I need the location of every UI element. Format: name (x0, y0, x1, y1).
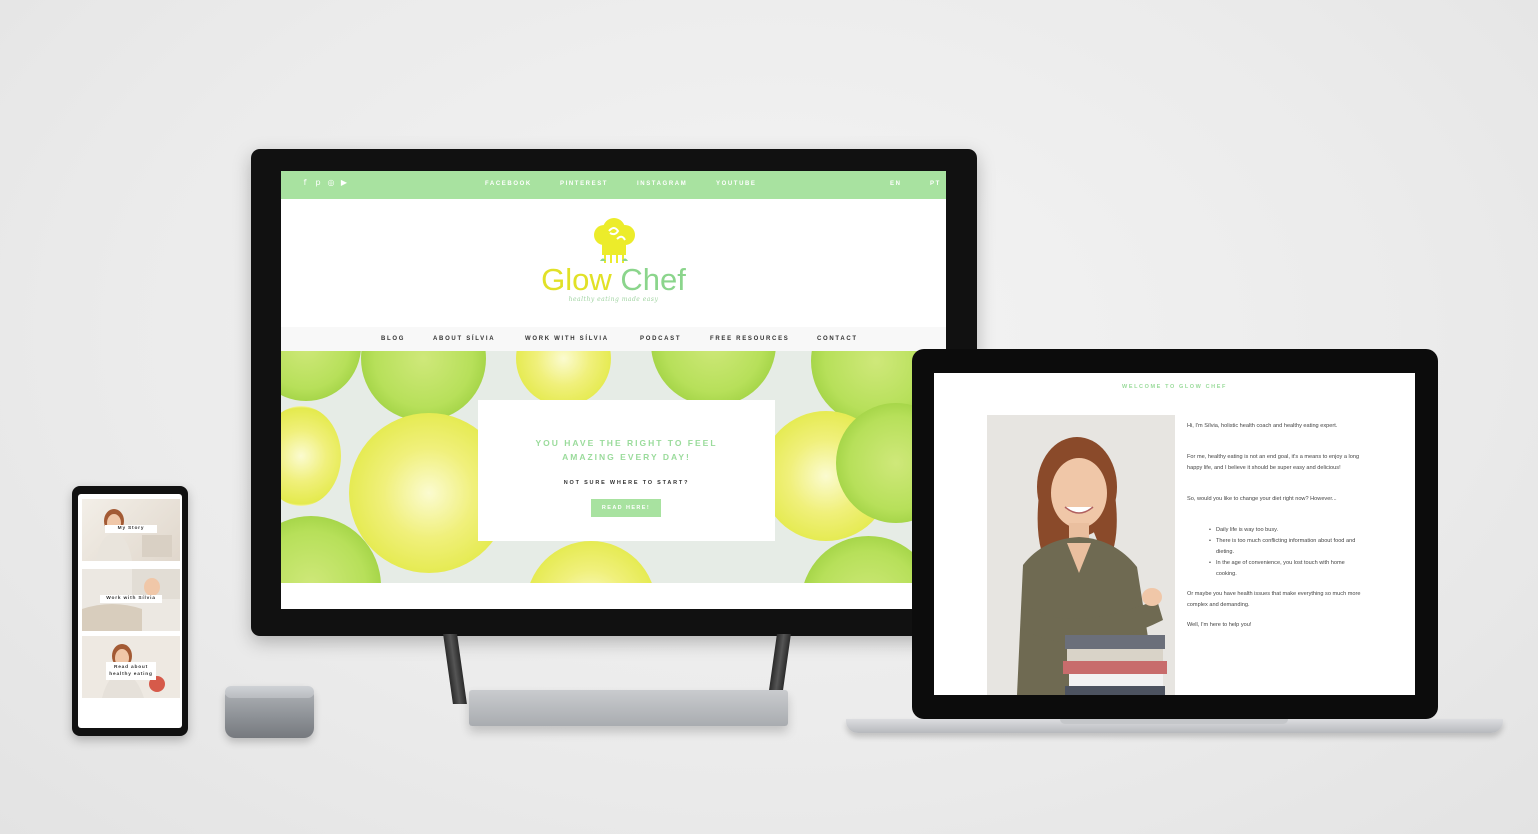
nav-podcast[interactable]: PODCAST (640, 336, 681, 342)
desktop-screen: f p ◎ ▶ FACEBOOK PINTEREST INSTAGRAM YOU… (281, 171, 946, 609)
hero-banner: YOU HAVE THE RIGHT TO FEEL AMAZING EVERY… (281, 351, 946, 583)
bio-paragraph-2: So, would you like to change your diet r… (1187, 496, 1337, 502)
top-link-instagram[interactable]: INSTAGRAM (637, 181, 687, 187)
top-link-pinterest[interactable]: PINTEREST (560, 181, 608, 187)
laptop-notch (1060, 719, 1288, 724)
phone-card-my-story[interactable]: My Story (82, 499, 180, 561)
hero-subtitle: NOT SURE WHERE TO START? (563, 480, 690, 486)
portrait-photo (987, 415, 1175, 695)
logo-tagline: healthy eating made easy (568, 296, 659, 303)
lime-slice-image (651, 351, 776, 406)
bio-paragraph-1: For me, healthy eating is not an end goa… (1187, 454, 1360, 471)
bio-paragraph-3: Or maybe you have health issues that mak… (1187, 591, 1361, 608)
phone-card-label-my-story: My Story (105, 525, 157, 533)
logo-word-chef: Chef (620, 262, 686, 297)
monitor-base (469, 690, 788, 726)
logo-area: Glow Chef healthy eating made easy (281, 199, 946, 327)
language-en[interactable]: EN (890, 181, 902, 187)
phone-card-label-work-with-silvia: Work with Sílvia (100, 595, 162, 603)
logo-wordmark[interactable]: Glow Chef (281, 263, 946, 297)
hero-title: YOU HAVE THE RIGHT TO FEEL AMAZING EVERY… (478, 436, 775, 464)
phone-card-work-with-silvia[interactable]: Work with Sílvia (82, 569, 180, 631)
nav-blog[interactable]: BLOG (381, 336, 405, 342)
lemon-slice-image (281, 406, 341, 506)
facebook-icon[interactable]: f (301, 179, 309, 187)
nav-contact[interactable]: CONTACT (817, 336, 858, 342)
lime-slice-image (281, 351, 361, 401)
phone-card-read-about-healthy-eating[interactable]: Read about healthy eating (82, 636, 180, 698)
main-navigation: BLOG ABOUT SÍLVIA WORK WITH SÍLVIA PODCA… (281, 327, 946, 351)
lemon-slice-image (526, 541, 656, 583)
nav-work-with-silvia[interactable]: WORK WITH SÍLVIA (525, 336, 609, 342)
bio-intro: Hi, I'm Sílvia, holistic health coach an… (1187, 423, 1338, 429)
nav-about-silvia[interactable]: ABOUT SÍLVIA (433, 336, 495, 342)
bio-bullet-1: Daily life is way too busy. (1209, 525, 1366, 536)
hero-title-line2: AMAZING EVERY DAY! (562, 452, 691, 462)
desktop-monitor: f p ◎ ▶ FACEBOOK PINTEREST INSTAGRAM YOU… (251, 149, 977, 636)
top-link-youtube[interactable]: YOUTUBE (716, 181, 757, 187)
instagram-icon[interactable]: ◎ (327, 179, 335, 187)
bio-bullet-3: In the age of convenience, you lost touc… (1209, 558, 1366, 580)
speaker-device (225, 686, 314, 738)
logo-word-glow: Glow (541, 262, 612, 297)
lemon-slice-image (516, 351, 611, 406)
bio-paragraph-4: Well, I'm here to help you! (1187, 622, 1252, 628)
laptop-base (846, 719, 1503, 733)
welcome-heading: WELCOME TO GLOW CHEF (1122, 384, 1227, 390)
top-bar: f p ◎ ▶ FACEBOOK PINTEREST INSTAGRAM YOU… (281, 171, 946, 199)
hero-title-line1: YOU HAVE THE RIGHT TO FEEL (535, 438, 718, 448)
phone: My Story Work with Sílvia Read about hea… (72, 486, 188, 736)
portrait-illustration (987, 415, 1175, 695)
top-link-facebook[interactable]: FACEBOOK (485, 181, 532, 187)
read-here-button[interactable]: READ HERE! (591, 499, 661, 517)
nav-free-resources[interactable]: FREE RESOURCES (710, 336, 789, 342)
monitor-stand-arm (443, 634, 467, 704)
language-pt[interactable]: PT (930, 181, 941, 187)
hero-callout-box: YOU HAVE THE RIGHT TO FEEL AMAZING EVERY… (478, 400, 775, 541)
bio-bullet-2: There is too much conflicting informatio… (1209, 536, 1366, 558)
laptop: WELCOME TO GLOW CHEF Hi, I'm Sílvia, hol… (912, 349, 1438, 719)
speaker-top (225, 686, 314, 698)
youtube-icon[interactable]: ▶ (340, 179, 348, 187)
lime-slice-image (361, 351, 486, 421)
laptop-screen: WELCOME TO GLOW CHEF Hi, I'm Sílvia, hol… (934, 373, 1415, 695)
phone-screen: My Story Work with Sílvia Read about hea… (78, 494, 182, 728)
pinterest-icon[interactable]: p (314, 179, 322, 187)
phone-card-label-read-about-healthy-eating: Read about healthy eating (106, 662, 156, 680)
